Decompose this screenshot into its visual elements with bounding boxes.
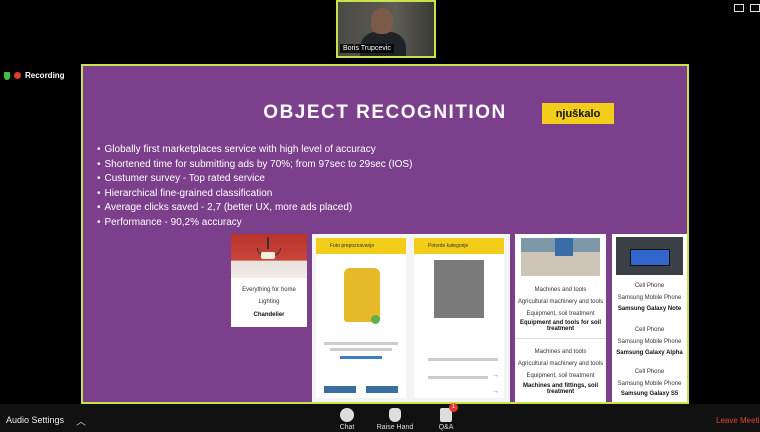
camera-button[interactable] [366,386,398,393]
fullscreen-icon[interactable] [750,4,760,12]
participant-video-tile[interactable]: Boris Trupcevic [336,0,436,58]
category-level-3: Equipment, soil treatment [526,373,595,379]
chat-label: Chat [339,424,355,431]
category-result: Samsung Galaxy Alpha [616,350,683,356]
app-screenshots-card: Foto prepoznavanje Potvrde kategorije → … [312,234,510,402]
recording-dot-icon [14,72,21,79]
qa-label: Q&A [438,424,454,431]
raise-hand-button[interactable]: Raise Hand [372,408,418,431]
audio-settings-button[interactable]: Audio Settings [6,415,64,425]
category-level-2: Samsung Mobile Phone [617,381,682,387]
recording-status: Recording [4,71,65,80]
raise-hand-label: Raise Hand [376,424,414,431]
category-level-1: Cell Phone [634,327,665,333]
chevron-up-icon[interactable]: ︿ [76,413,86,428]
chat-bubble-icon [340,408,354,422]
category-result: Samsung Galaxy S5 [620,391,679,397]
shared-screen-slide: OBJECT RECOGNITION njuškalo Globally fir… [81,64,689,404]
qa-badge: 1 [449,403,458,412]
category-level-2: Agricultural machinery and tools [517,361,604,367]
bullet-item: Shortened time for submitting ads by 70%… [97,158,413,173]
shirt-image [344,268,380,322]
njuskalo-logo: njuškalo [542,103,614,124]
gallery-button[interactable] [324,386,356,393]
category-result: Chandelier [253,312,285,318]
bullet-item: Average clicks saved - 2,7 (better UX, m… [97,201,412,216]
category-result: Machines and fittings, soil treatment [522,383,598,395]
chandelier-photo [231,234,307,278]
chandelier-example-card: Everything for home Lighting Chandelier [231,234,307,327]
category-level-2: Samsung Mobile Phone [617,295,682,301]
category-level-1: Cell Phone [634,283,665,289]
participant-name: Boris Trupcevic [340,44,394,53]
category-confirm-screen: Potvrde kategorije → → [414,238,504,398]
category-level-1: Machines and tools [534,287,587,293]
category-level-2: Samsung Mobile Phone [617,339,682,345]
qa-button[interactable]: 1 Q&A [434,403,458,431]
chat-button[interactable]: Chat [334,408,360,431]
recording-label: Recording [25,71,65,80]
category-result: Equipment and tools for soil treatment [520,320,601,332]
category-level-3: Equipment, soil treatment [526,311,595,317]
meeting-toolbar: Audio Settings ︿ Chat Raise Hand 1 Q&A L… [0,403,760,432]
check-icon [371,315,380,324]
screen-header: Potvrde kategorije [414,238,504,254]
view-switch-icon[interactable] [734,4,744,12]
bullet-item: Performance - 90,2% accuracy [97,216,412,231]
item-photo [434,260,484,318]
photo-recognition-screen: Foto prepoznavanje [316,238,406,398]
screen-header: Foto prepoznavanje [316,238,406,254]
arrow-right-icon[interactable]: → [492,388,499,395]
qa-icon: 1 [440,403,458,422]
category-level-2: Lighting [258,299,280,305]
security-shield-icon [4,71,10,80]
category-level-2: Agricultural machinery and tools [517,299,604,305]
category-result: Samsung Galaxy Note [617,306,682,312]
arrow-right-icon[interactable]: → [492,372,499,379]
category-level-1: Everything for home [242,287,296,293]
category-level-1: Machines and tools [534,349,587,355]
hand-icon [389,408,401,422]
machinery-photo [521,238,600,276]
bullet-item: Globally first marketplaces service with… [97,143,412,158]
participant-head [371,8,393,34]
phone-photo [616,237,683,275]
machinery-example-card: Machines and tools Agricultural machiner… [515,234,606,402]
samsung-example-card: Cell Phone Samsung Mobile Phone Samsung … [612,234,687,402]
bullet-list: Globally first marketplaces service with… [97,143,413,231]
bullet-item: Custumer survey - Top rated service [97,172,412,187]
leave-meeting-button[interactable]: Leave Meeting [716,416,760,425]
bullet-item: Hierarchical fine-grained classification [97,187,412,202]
category-level-1: Cell Phone [634,369,665,375]
